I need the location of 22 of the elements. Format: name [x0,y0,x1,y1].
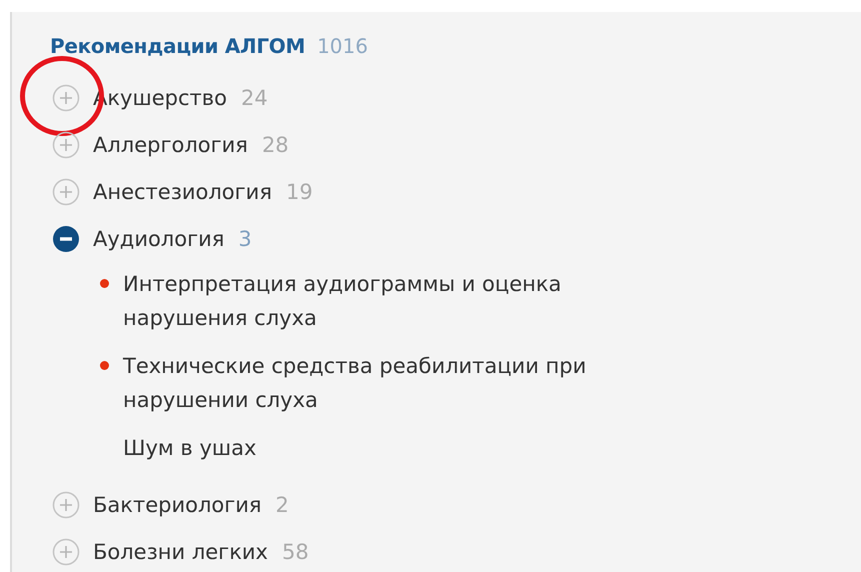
item-count: 28 [262,132,289,156]
guideline-link[interactable]: Шум в ушах [123,431,256,465]
category-link[interactable]: Болезни легких [93,540,268,564]
expand-icon[interactable] [52,178,80,206]
category-link[interactable]: Бактериология [93,492,262,516]
item-count: 3 [238,226,252,250]
guideline-link[interactable]: Технические средства реабилитации при нарушении слуха [123,349,598,417]
item-count: 58 [282,540,309,564]
category-link[interactable]: Анестезиология [93,180,272,204]
item-count: 19 [286,180,313,204]
category-link[interactable]: Аудиология [93,226,224,250]
guideline-link[interactable]: Интерпретация аудиограммы и оценка нарушения слуха [123,267,598,335]
expand-icon[interactable] [52,538,80,566]
expand-icon[interactable] [52,130,80,158]
collapse-icon[interactable] [52,224,80,252]
section-title[interactable]: Рекомендации АЛГОМ [50,34,306,58]
item-count: 2 [276,492,289,516]
category-link[interactable]: Аллергология [93,132,248,156]
expand-icon[interactable] [52,84,80,112]
item-count: 24 [240,86,268,110]
item-count: 1016 [317,34,368,58]
expand-icon[interactable] [52,490,80,518]
